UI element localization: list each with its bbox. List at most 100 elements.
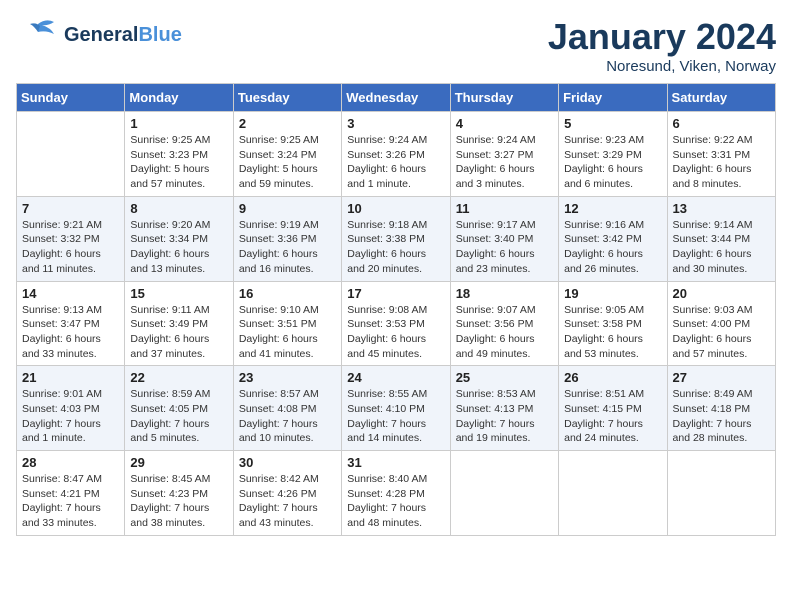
day-info: Sunrise: 9:16 AMSunset: 3:42 PMDaylight:… xyxy=(564,218,661,277)
day-info: Sunrise: 9:03 AMSunset: 4:00 PMDaylight:… xyxy=(673,303,770,362)
calendar-cell: 12 Sunrise: 9:16 AMSunset: 3:42 PMDayligh… xyxy=(559,196,667,281)
day-number: 21 xyxy=(22,370,119,385)
logo-general-text: General xyxy=(64,24,138,46)
calendar-cell: 5 Sunrise: 9:23 AMSunset: 3:29 PMDaylight… xyxy=(559,112,667,197)
logo-bird-icon xyxy=(16,16,60,54)
day-info: Sunrise: 8:40 AMSunset: 4:28 PMDaylight:… xyxy=(347,472,444,531)
day-number: 26 xyxy=(564,370,661,385)
day-info: Sunrise: 9:24 AMSunset: 3:27 PMDaylight:… xyxy=(456,133,553,192)
day-number: 18 xyxy=(456,286,553,301)
day-info: Sunrise: 9:24 AMSunset: 3:26 PMDaylight:… xyxy=(347,133,444,192)
calendar-cell: 18 Sunrise: 9:07 AMSunset: 3:56 PMDayligh… xyxy=(450,281,558,366)
calendar-cell: 29 Sunrise: 8:45 AMSunset: 4:23 PMDayligh… xyxy=(125,451,233,536)
day-info: Sunrise: 9:07 AMSunset: 3:56 PMDaylight:… xyxy=(456,303,553,362)
location: Noresund, Viken, Norway xyxy=(548,58,776,75)
weekday-header-monday: Monday xyxy=(125,84,233,112)
calendar-cell: 10 Sunrise: 9:18 AMSunset: 3:38 PMDayligh… xyxy=(342,196,450,281)
day-info: Sunrise: 9:05 AMSunset: 3:58 PMDaylight:… xyxy=(564,303,661,362)
day-info: Sunrise: 9:22 AMSunset: 3:31 PMDaylight:… xyxy=(673,133,770,192)
day-number: 17 xyxy=(347,286,444,301)
day-number: 31 xyxy=(347,455,444,470)
day-info: Sunrise: 9:25 AMSunset: 3:23 PMDaylight:… xyxy=(130,133,227,192)
day-info: Sunrise: 9:01 AMSunset: 4:03 PMDaylight:… xyxy=(22,387,119,446)
day-number: 23 xyxy=(239,370,336,385)
day-info: Sunrise: 8:47 AMSunset: 4:21 PMDaylight:… xyxy=(22,472,119,531)
day-number: 24 xyxy=(347,370,444,385)
day-info: Sunrise: 9:21 AMSunset: 3:32 PMDaylight:… xyxy=(22,218,119,277)
calendar-cell: 13Sunrise: 9:14 AMSunset: 3:44 PMDayligh… xyxy=(667,196,775,281)
calendar-cell: 30 Sunrise: 8:42 AMSunset: 4:26 PMDayligh… xyxy=(233,451,341,536)
calendar-cell xyxy=(450,451,558,536)
day-info: Sunrise: 9:10 AMSunset: 3:51 PMDaylight:… xyxy=(239,303,336,362)
weekday-header-tuesday: Tuesday xyxy=(233,84,341,112)
day-number: 25 xyxy=(456,370,553,385)
title-block: January 2024 Noresund, Viken, Norway xyxy=(548,16,776,75)
day-info: Sunrise: 8:42 AMSunset: 4:26 PMDaylight:… xyxy=(239,472,336,531)
calendar-cell: 26 Sunrise: 8:51 AMSunset: 4:15 PMDayligh… xyxy=(559,366,667,451)
day-info: Sunrise: 8:53 AMSunset: 4:13 PMDaylight:… xyxy=(456,387,553,446)
day-number: 4 xyxy=(456,116,553,131)
calendar-cell: 23 Sunrise: 8:57 AMSunset: 4:08 PMDayligh… xyxy=(233,366,341,451)
day-number: 15 xyxy=(130,286,227,301)
day-info: Sunrise: 8:45 AMSunset: 4:23 PMDaylight:… xyxy=(130,472,227,531)
day-number: 6 xyxy=(673,116,770,131)
weekday-header-friday: Friday xyxy=(559,84,667,112)
calendar-cell: 6 Sunrise: 9:22 AMSunset: 3:31 PMDaylight… xyxy=(667,112,775,197)
calendar-cell: 14 Sunrise: 9:13 AMSunset: 3:47 PMDayligh… xyxy=(17,281,125,366)
day-number: 19 xyxy=(564,286,661,301)
weekday-header-sunday: Sunday xyxy=(17,84,125,112)
logo: GeneralBlue xyxy=(16,16,182,54)
day-info: Sunrise: 9:20 AMSunset: 3:34 PMDaylight:… xyxy=(130,218,227,277)
day-info: Sunrise: 8:49 AMSunset: 4:18 PMDaylight:… xyxy=(673,387,770,446)
day-info: Sunrise: 9:23 AMSunset: 3:29 PMDaylight:… xyxy=(564,133,661,192)
day-number: 7 xyxy=(22,201,119,216)
calendar-cell: 8 Sunrise: 9:20 AMSunset: 3:34 PMDaylight… xyxy=(125,196,233,281)
calendar-cell: 11 Sunrise: 9:17 AMSunset: 3:40 PMDayligh… xyxy=(450,196,558,281)
weekday-header-saturday: Saturday xyxy=(667,84,775,112)
day-number: 10 xyxy=(347,201,444,216)
day-number: 28 xyxy=(22,455,119,470)
day-number: 27 xyxy=(673,370,770,385)
day-info: Sunrise: 9:08 AMSunset: 3:53 PMDaylight:… xyxy=(347,303,444,362)
weekday-header-thursday: Thursday xyxy=(450,84,558,112)
day-info: Sunrise: 8:55 AMSunset: 4:10 PMDaylight:… xyxy=(347,387,444,446)
month-title: January 2024 xyxy=(548,16,776,58)
calendar-cell: 9 Sunrise: 9:19 AMSunset: 3:36 PMDaylight… xyxy=(233,196,341,281)
day-number: 9 xyxy=(239,201,336,216)
calendar-cell: 2Sunrise: 9:25 AMSunset: 3:24 PMDaylight… xyxy=(233,112,341,197)
day-number: 12 xyxy=(564,201,661,216)
calendar-cell: 31 Sunrise: 8:40 AMSunset: 4:28 PMDayligh… xyxy=(342,451,450,536)
day-number: 8 xyxy=(130,201,227,216)
day-info: Sunrise: 9:13 AMSunset: 3:47 PMDaylight:… xyxy=(22,303,119,362)
day-number: 29 xyxy=(130,455,227,470)
calendar-cell: 20Sunrise: 9:03 AMSunset: 4:00 PMDayligh… xyxy=(667,281,775,366)
day-info: Sunrise: 8:59 AMSunset: 4:05 PMDaylight:… xyxy=(130,387,227,446)
calendar-cell: 22Sunrise: 8:59 AMSunset: 4:05 PMDayligh… xyxy=(125,366,233,451)
day-info: Sunrise: 8:51 AMSunset: 4:15 PMDaylight:… xyxy=(564,387,661,446)
day-number: 5 xyxy=(564,116,661,131)
calendar-cell: 7 Sunrise: 9:21 AMSunset: 3:32 PMDaylight… xyxy=(17,196,125,281)
day-number: 1 xyxy=(130,116,227,131)
calendar-table: SundayMondayTuesdayWednesdayThursdayFrid… xyxy=(16,83,776,536)
day-info: Sunrise: 9:11 AMSunset: 3:49 PMDaylight:… xyxy=(130,303,227,362)
calendar-cell: 28 Sunrise: 8:47 AMSunset: 4:21 PMDayligh… xyxy=(17,451,125,536)
day-info: Sunrise: 9:19 AMSunset: 3:36 PMDaylight:… xyxy=(239,218,336,277)
calendar-cell: 3Sunrise: 9:24 AMSunset: 3:26 PMDaylight… xyxy=(342,112,450,197)
day-number: 11 xyxy=(456,201,553,216)
day-number: 16 xyxy=(239,286,336,301)
calendar-cell: 25 Sunrise: 8:53 AMSunset: 4:13 PMDayligh… xyxy=(450,366,558,451)
weekday-header-wednesday: Wednesday xyxy=(342,84,450,112)
calendar-cell xyxy=(17,112,125,197)
calendar-cell: 21 Sunrise: 9:01 AMSunset: 4:03 PMDayligh… xyxy=(17,366,125,451)
day-info: Sunrise: 9:18 AMSunset: 3:38 PMDaylight:… xyxy=(347,218,444,277)
day-info: Sunrise: 8:57 AMSunset: 4:08 PMDaylight:… xyxy=(239,387,336,446)
day-number: 14 xyxy=(22,286,119,301)
day-number: 30 xyxy=(239,455,336,470)
day-info: Sunrise: 9:17 AMSunset: 3:40 PMDaylight:… xyxy=(456,218,553,277)
page-header: GeneralBlue January 2024 Noresund, Viken… xyxy=(16,16,776,75)
calendar-cell: 24 Sunrise: 8:55 AMSunset: 4:10 PMDayligh… xyxy=(342,366,450,451)
calendar-cell: 16 Sunrise: 9:10 AMSunset: 3:51 PMDayligh… xyxy=(233,281,341,366)
calendar-cell: 17 Sunrise: 9:08 AMSunset: 3:53 PMDayligh… xyxy=(342,281,450,366)
calendar-cell: 19 Sunrise: 9:05 AMSunset: 3:58 PMDayligh… xyxy=(559,281,667,366)
day-info: Sunrise: 9:14 AMSunset: 3:44 PMDaylight:… xyxy=(673,218,770,277)
